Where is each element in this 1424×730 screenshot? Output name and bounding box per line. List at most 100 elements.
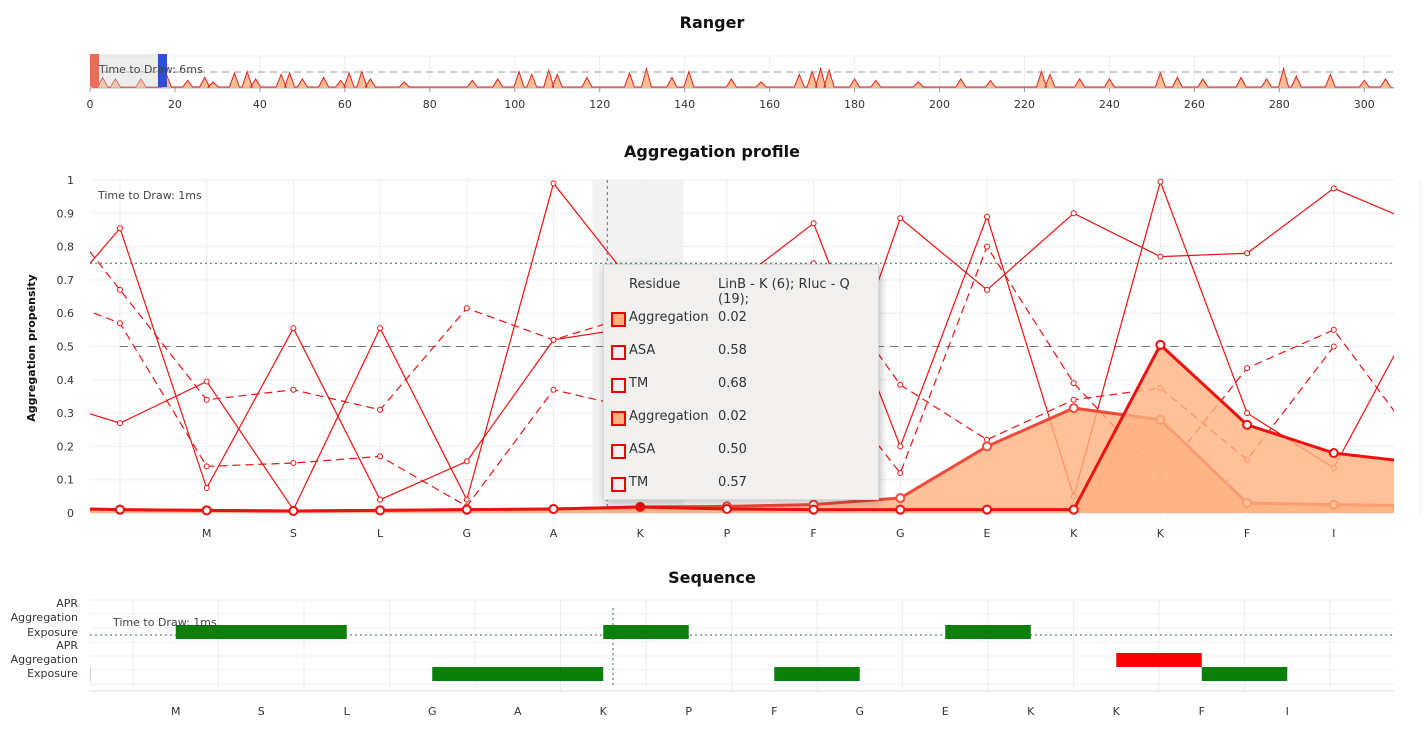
profile-point[interactable] (288, 506, 299, 517)
track-labels-bottom: APR Aggregation Exposure (11, 639, 79, 680)
profile-point[interactable] (1330, 326, 1337, 333)
exposure-segment[interactable] (1201, 667, 1288, 681)
profile-point[interactable] (377, 325, 384, 332)
sequence-chart[interactable]: APR Aggregation Exposure APR Aggregation… (0, 590, 1424, 730)
profile-point[interactable] (897, 381, 904, 388)
profile-point[interactable] (1070, 380, 1077, 387)
profile-point[interactable] (203, 396, 210, 403)
sequence-x-tick-label: A (514, 705, 522, 718)
sequence-x-tick-label: P (685, 705, 692, 718)
profile-point[interactable] (982, 441, 992, 452)
profile-point[interactable] (550, 336, 557, 343)
profile-point[interactable] (897, 470, 904, 477)
profile-point[interactable] (897, 215, 904, 222)
profile-point[interactable] (550, 180, 557, 187)
tooltip-row: Aggregation 0.02 (604, 408, 878, 428)
tooltip-row-value: 0.57 (718, 475, 747, 490)
ranger-tick-label: 80 (423, 98, 437, 111)
exposure-segment[interactable] (945, 625, 1031, 639)
profile-point[interactable] (1242, 419, 1253, 430)
profile-point[interactable] (550, 386, 557, 393)
aggregation-swatch-icon (611, 411, 626, 426)
profile-point[interactable] (463, 496, 470, 503)
profile-point[interactable] (548, 504, 559, 515)
exposure-segment[interactable] (603, 625, 689, 639)
tooltip-residue-label: Residue (629, 277, 681, 292)
exposure-segment[interactable] (774, 667, 860, 681)
profile-y-tick-label: 0.9 (57, 207, 75, 220)
ranger-tick-label: 260 (1184, 98, 1205, 111)
profile-point[interactable] (117, 420, 123, 427)
profile-point[interactable] (1068, 403, 1079, 414)
profile-point[interactable] (1070, 210, 1077, 217)
profile-point[interactable] (897, 443, 904, 450)
profile-point[interactable] (290, 460, 297, 467)
tooltip-row-label: TM (629, 475, 649, 490)
tooltip-residue-value: LinB - K (6); Rluc - Q (19); (718, 277, 850, 307)
exposure-segment[interactable] (432, 667, 604, 681)
profile-title: Aggregation profile (624, 142, 800, 161)
profile-point[interactable] (203, 463, 210, 470)
profile-point[interactable] (895, 493, 906, 504)
profile-point[interactable] (984, 286, 990, 293)
tooltip-row-label: TM (629, 376, 649, 391)
tooltip-row-value: 0.02 (718, 409, 747, 424)
tooltip-row: TM 0.68 (604, 375, 878, 395)
profile-point[interactable] (895, 504, 906, 515)
profile-point[interactable] (377, 406, 384, 413)
sequence-x-tick-label: K (1027, 705, 1035, 718)
profile-y-tick-label: 0.3 (57, 407, 75, 420)
profile-point[interactable] (290, 325, 297, 332)
sequence-x-tick-label: F (771, 705, 777, 718)
profile-point[interactable] (117, 286, 123, 293)
profile-point[interactable] (1068, 504, 1079, 515)
ranger-time-to-draw: Time to Draw: 6ms (98, 63, 203, 76)
profile-point[interactable] (1155, 339, 1166, 350)
profile-point[interactable] (1328, 448, 1339, 459)
profile-point[interactable] (115, 504, 125, 515)
profile-point[interactable] (461, 504, 472, 515)
profile-point[interactable] (377, 496, 384, 503)
profile-point[interactable] (117, 320, 123, 327)
profile-x-tick-label: L (377, 527, 384, 540)
sequence-x-tick-label: G (428, 705, 437, 718)
profile-point[interactable] (1070, 396, 1077, 403)
profile-active-point[interactable] (635, 502, 645, 512)
ranger-area (89, 66, 1395, 89)
profile-point[interactable] (290, 386, 297, 393)
profile-point[interactable] (1244, 365, 1251, 372)
profile-point[interactable] (203, 485, 210, 492)
profile-x-tick-label: K (637, 527, 645, 540)
profile-point[interactable] (721, 504, 732, 515)
asa-swatch-icon (611, 444, 626, 459)
profile-point[interactable] (982, 504, 992, 515)
profile-point[interactable] (463, 458, 470, 465)
profile-y-tick-label: 0.6 (57, 307, 75, 320)
profile-x-tick-label: G (896, 527, 905, 540)
profile-point[interactable] (1244, 410, 1251, 417)
tooltip-row-label: Aggregation (629, 310, 709, 325)
profile-point[interactable] (984, 243, 990, 250)
profile-point[interactable] (203, 378, 210, 385)
ranger-tick-label: 220 (1014, 98, 1035, 111)
profile-point[interactable] (1157, 253, 1164, 260)
profile-point[interactable] (984, 213, 990, 220)
ranger-brush-left-handle[interactable] (90, 54, 99, 87)
profile-point[interactable] (1330, 185, 1337, 192)
tooltip-row-label: ASA (629, 343, 656, 358)
apr-segment[interactable] (1116, 653, 1202, 667)
track-label-aggregation: Aggregation (11, 611, 78, 624)
profile-x-tick-label: K (1070, 527, 1078, 540)
profile-point[interactable] (117, 225, 123, 232)
profile-point[interactable] (377, 453, 384, 460)
profile-x-tick-label: I (1332, 527, 1335, 540)
profile-point[interactable] (201, 505, 212, 516)
profile-point[interactable] (463, 305, 470, 312)
profile-point[interactable] (1330, 343, 1337, 350)
profile-point[interactable] (808, 504, 819, 515)
profile-point[interactable] (375, 505, 386, 516)
profile-point[interactable] (810, 220, 817, 227)
tooltip-row: Aggregation 0.02 (604, 309, 878, 329)
profile-point[interactable] (1157, 178, 1164, 185)
profile-point[interactable] (1244, 250, 1251, 257)
